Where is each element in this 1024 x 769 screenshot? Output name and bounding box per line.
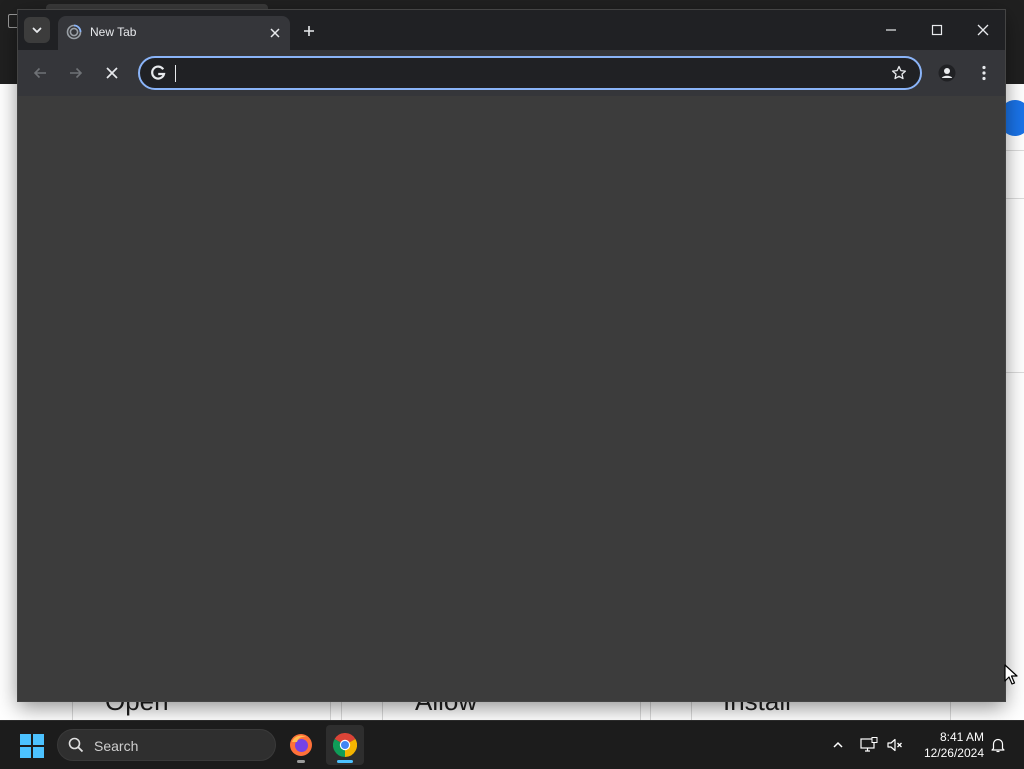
tab-search-button[interactable] [24,17,50,43]
new-tab-button[interactable] [298,20,320,42]
google-g-icon [151,65,166,80]
clock-date: 12/26/2024 [923,746,984,760]
text-caret [175,65,176,82]
background-divider [691,700,692,720]
taskbar: Search 8:41 AM 12/26/2024 [0,720,1024,769]
background-app-button-row: Open Allow Install [0,700,1024,720]
background-divider [330,700,331,720]
star-icon [891,65,907,80]
background-divider [640,700,641,720]
address-input[interactable] [174,62,874,84]
show-hidden-icons-button[interactable] [827,735,849,755]
close-icon [977,24,989,36]
arrow-right-icon [70,67,83,79]
network-monitor-icon [860,737,878,752]
arrow-left-icon [33,67,46,79]
network-status-button[interactable] [858,735,880,755]
loading-spinner-icon [66,24,82,40]
notifications-button[interactable] [988,735,1008,755]
maximize-button[interactable] [921,16,953,44]
tab-close-button[interactable] [266,24,284,42]
search-icon [68,737,84,753]
plus-icon [304,26,314,36]
tab-new-tab[interactable]: New Tab [58,16,290,50]
open-button[interactable]: Open [105,700,169,720]
minimize-button[interactable] [875,16,907,44]
window-close-button[interactable] [967,16,999,44]
background-divider [341,700,342,720]
address-bar[interactable] [138,56,922,90]
browser-window: New Tab [18,10,1005,701]
kebab-menu-icon [982,65,986,81]
person-icon [938,64,956,82]
volume-button[interactable] [884,735,906,755]
background-divider [1005,150,1024,151]
chevron-up-icon [833,741,843,748]
tab-title: New Tab [90,25,137,39]
bell-icon [991,738,1005,753]
background-divider [72,700,73,720]
background-divider [1005,372,1024,373]
background-divider [382,700,383,720]
minimize-icon [886,29,896,31]
profile-button[interactable] [936,62,958,84]
install-button[interactable]: Install [723,700,791,720]
allow-button[interactable]: Allow [415,700,477,720]
maximize-icon [931,24,943,36]
clock-time: 8:41 AM [939,730,984,744]
running-indicator [297,760,305,763]
bookmark-button[interactable] [890,64,908,82]
windows-logo-icon [20,734,44,758]
taskbar-clock[interactable]: 8:41 AM 12/26/2024 [912,729,984,761]
search-label: Search [94,738,139,754]
forward-button[interactable] [65,62,87,84]
background-divider [1005,198,1024,199]
taskbar-firefox[interactable] [282,725,320,765]
chevron-down-icon [32,27,42,33]
start-button[interactable] [20,734,44,758]
chrome-icon [333,733,357,757]
firefox-icon [290,734,312,756]
browser-toolbar [18,50,1005,96]
page-content[interactable] [18,96,1005,701]
close-icon [106,67,118,79]
background-divider [950,700,951,720]
tab-strip: New Tab [18,10,1005,50]
back-button[interactable] [29,62,51,84]
taskbar-search[interactable]: Search [57,729,276,761]
active-indicator [337,760,353,763]
browser-menu-button[interactable] [973,62,995,84]
taskbar-chrome[interactable] [326,725,364,765]
close-icon [270,28,280,38]
stop-loading-button[interactable] [101,62,123,84]
background-divider [650,700,651,720]
speaker-muted-icon [887,738,902,752]
